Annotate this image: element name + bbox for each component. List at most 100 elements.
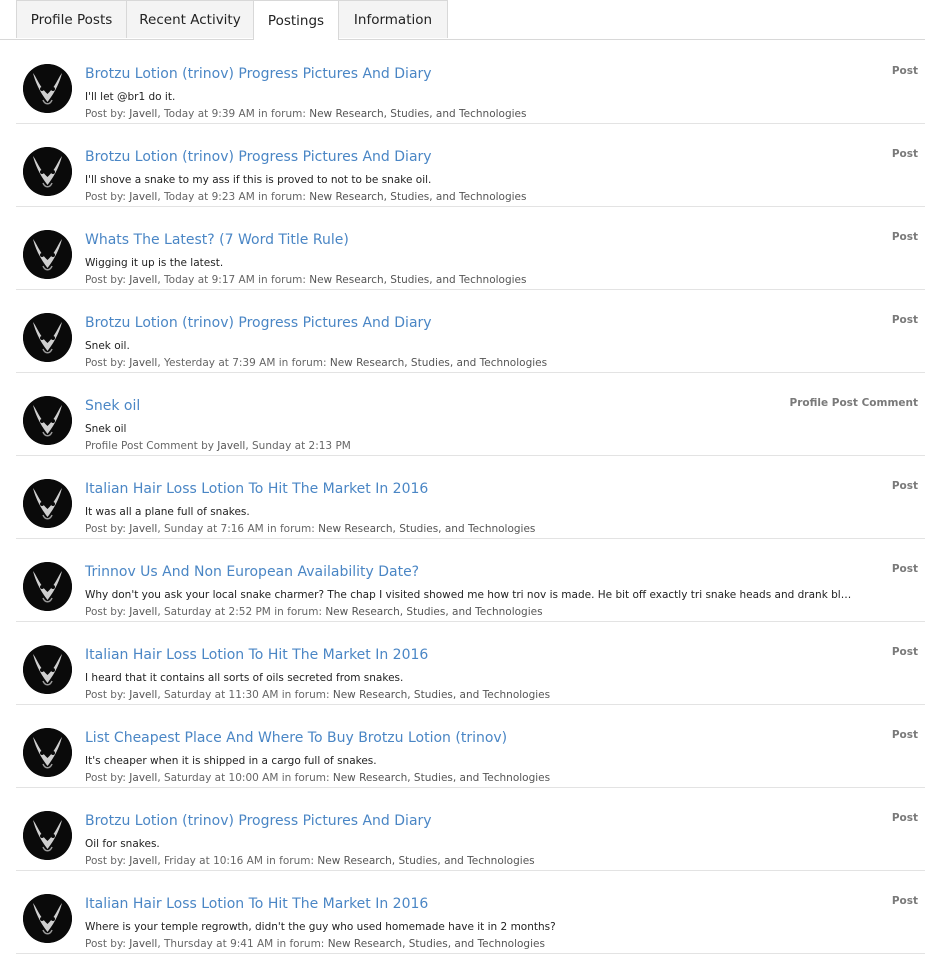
- forum-link[interactable]: New Research, Studies, and Technologies: [328, 938, 545, 950]
- post-snippet: It was all a plane full of snakes.: [85, 506, 250, 518]
- content-type-label: Post: [891, 646, 918, 658]
- list-item: Italian Hair Loss Lotion To Hit The Mark…: [16, 871, 925, 954]
- post-time: , Saturday at 2:52 PM: [157, 606, 271, 618]
- list-item: Brotzu Lotion (trinov) Progress Pictures…: [16, 41, 925, 124]
- post-meta: Post by: Javell, Thursday at 9:41 AM in …: [85, 938, 545, 950]
- forum-link[interactable]: New Research, Studies, and Technologies: [318, 523, 535, 535]
- content-type-label: Post: [891, 563, 918, 575]
- meta-prefix: Post by:: [85, 772, 130, 784]
- post-title-link[interactable]: Snek oil: [85, 398, 140, 414]
- post-title-link[interactable]: Brotzu Lotion (trinov) Progress Pictures…: [85, 813, 432, 829]
- author-link[interactable]: Javell: [129, 108, 157, 120]
- forum-link[interactable]: New Research, Studies, and Technologies: [309, 274, 526, 286]
- avatar[interactable]: [23, 728, 72, 777]
- post-snippet: It's cheaper when it is shipped in a car…: [85, 755, 377, 767]
- forum-link[interactable]: New Research, Studies, and Technologies: [330, 357, 547, 369]
- post-title-link[interactable]: Italian Hair Loss Lotion To Hit The Mark…: [85, 481, 428, 497]
- author-link[interactable]: Javell: [217, 440, 245, 452]
- tab-recent-activity[interactable]: Recent Activity: [126, 0, 254, 38]
- forum-prefix: in forum:: [254, 191, 310, 203]
- post-title-link[interactable]: Whats The Latest? (7 Word Title Rule): [85, 232, 349, 248]
- forum-link[interactable]: New Research, Studies, and Technologies: [333, 689, 550, 701]
- content-type-label: Post: [891, 148, 918, 160]
- list-item: Brotzu Lotion (trinov) Progress Pictures…: [16, 290, 925, 373]
- post-snippet: Where is your temple regrowth, didn't th…: [85, 921, 556, 933]
- tab-information[interactable]: Information: [338, 0, 448, 38]
- content-type-label: Post: [891, 65, 918, 77]
- forum-link[interactable]: New Research, Studies, and Technologies: [325, 606, 542, 618]
- content-type-label: Post: [891, 314, 918, 326]
- avatar[interactable]: [23, 230, 72, 279]
- forum-prefix: in forum:: [262, 855, 318, 867]
- author-link[interactable]: Javell: [129, 191, 157, 203]
- post-snippet: Why don't you ask your local snake charm…: [85, 589, 855, 601]
- post-title-link[interactable]: Brotzu Lotion (trinov) Progress Pictures…: [85, 66, 432, 82]
- avatar[interactable]: [23, 811, 72, 860]
- author-link[interactable]: Javell: [129, 606, 157, 618]
- avatar[interactable]: [23, 64, 72, 113]
- forum-link[interactable]: New Research, Studies, and Technologies: [309, 108, 526, 120]
- post-title-link[interactable]: List Cheapest Place And Where To Buy Bro…: [85, 730, 507, 746]
- post-meta: Post by: Javell, Friday at 10:16 AM in f…: [85, 855, 535, 867]
- content-type-label: Post: [891, 480, 918, 492]
- forum-link[interactable]: New Research, Studies, and Technologies: [317, 855, 534, 867]
- author-link[interactable]: Javell: [129, 689, 157, 701]
- author-link[interactable]: Javell: [129, 855, 157, 867]
- post-snippet: Snek oil.: [85, 340, 130, 352]
- profile-tabs: Profile Posts Recent Activity Postings I…: [0, 0, 925, 40]
- content-type-label: Post: [891, 729, 918, 741]
- author-link[interactable]: Javell: [129, 772, 157, 784]
- avatar[interactable]: [23, 147, 72, 196]
- meta-prefix: Post by:: [85, 938, 130, 950]
- post-snippet: Wigging it up is the latest.: [85, 257, 224, 269]
- list-item: Trinnov Us And Non European Availability…: [16, 539, 925, 622]
- content-type-label: Profile Post Comment: [789, 397, 919, 409]
- avatar[interactable]: [23, 894, 72, 943]
- post-time: , Sunday at 7:16 AM: [157, 523, 264, 535]
- post-title-link[interactable]: Italian Hair Loss Lotion To Hit The Mark…: [85, 896, 428, 912]
- post-meta: Post by: Javell, Sunday at 7:16 AM in fo…: [85, 523, 535, 535]
- avatar[interactable]: [23, 562, 72, 611]
- avatar[interactable]: [23, 396, 72, 445]
- author-link[interactable]: Javell: [129, 523, 157, 535]
- post-meta: Post by: Javell, Saturday at 10:00 AM in…: [85, 772, 550, 784]
- post-time: , Today at 9:39 AM: [157, 108, 255, 120]
- meta-prefix: Profile Post Comment by: [85, 440, 218, 452]
- post-title-link[interactable]: Trinnov Us And Non European Availability…: [85, 564, 419, 580]
- content-type-label: Post: [891, 812, 918, 824]
- forum-prefix: in forum:: [278, 689, 333, 701]
- forum-prefix: in forum:: [275, 357, 330, 369]
- author-link[interactable]: Javell: [129, 357, 157, 369]
- post-snippet: Snek oil: [85, 423, 127, 435]
- list-item: Brotzu Lotion (trinov) Progress Pictures…: [16, 788, 925, 871]
- author-link[interactable]: Javell: [129, 938, 157, 950]
- meta-prefix: Post by:: [85, 606, 130, 618]
- post-title-link[interactable]: Brotzu Lotion (trinov) Progress Pictures…: [85, 149, 432, 165]
- tab-postings[interactable]: Postings: [253, 0, 339, 40]
- forum-prefix: in forum:: [270, 606, 326, 618]
- forum-link[interactable]: New Research, Studies, and Technologies: [333, 772, 550, 784]
- post-snippet: I'll shove a snake to my ass if this is …: [85, 174, 432, 186]
- tab-profile-posts[interactable]: Profile Posts: [16, 0, 127, 38]
- meta-prefix: Post by:: [85, 274, 130, 286]
- forum-prefix: in forum:: [254, 108, 310, 120]
- forum-link[interactable]: New Research, Studies, and Technologies: [309, 191, 526, 203]
- meta-prefix: Post by:: [85, 357, 130, 369]
- post-title-link[interactable]: Italian Hair Loss Lotion To Hit The Mark…: [85, 647, 428, 663]
- post-time: , Saturday at 11:30 AM: [157, 689, 279, 701]
- post-title-link[interactable]: Brotzu Lotion (trinov) Progress Pictures…: [85, 315, 432, 331]
- list-item: Italian Hair Loss Lotion To Hit The Mark…: [16, 456, 925, 539]
- content-type-label: Post: [891, 231, 918, 243]
- post-meta: Post by: Javell, Saturday at 2:52 PM in …: [85, 606, 543, 618]
- meta-prefix: Post by:: [85, 191, 130, 203]
- forum-prefix: in forum:: [254, 274, 310, 286]
- post-meta: Post by: Javell, Saturday at 11:30 AM in…: [85, 689, 550, 701]
- content-type-label: Post: [891, 895, 918, 907]
- post-meta: Post by: Javell, Today at 9:23 AM in for…: [85, 191, 526, 203]
- avatar[interactable]: [23, 645, 72, 694]
- author-link[interactable]: Javell: [129, 274, 157, 286]
- avatar[interactable]: [23, 313, 72, 362]
- post-meta: Post by: Javell, Yesterday at 7:39 AM in…: [85, 357, 547, 369]
- avatar[interactable]: [23, 479, 72, 528]
- post-snippet: Oil for snakes.: [85, 838, 160, 850]
